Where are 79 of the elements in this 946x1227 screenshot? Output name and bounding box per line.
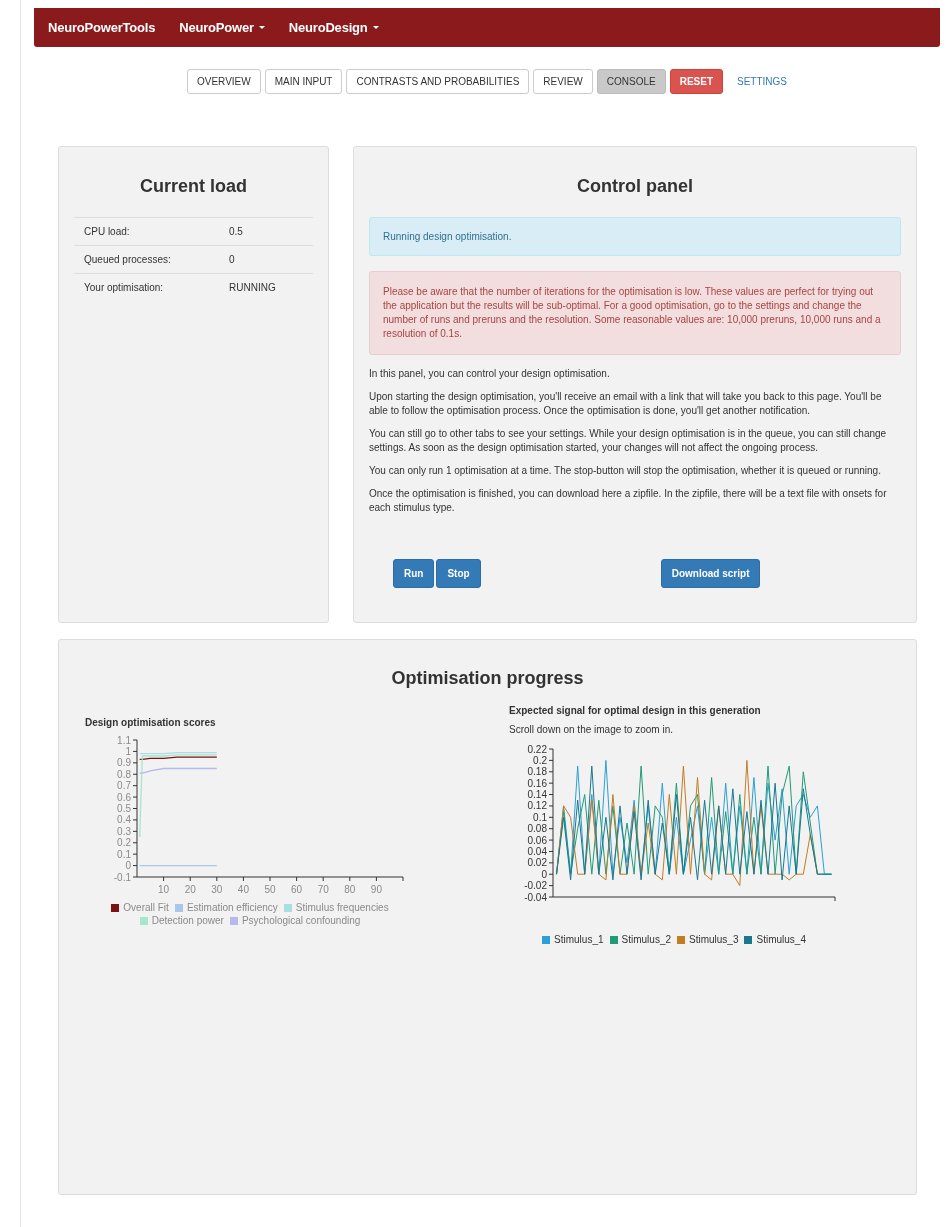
settings-link[interactable]: SETTINGS: [727, 69, 797, 94]
tick-label: 0.3: [117, 825, 131, 837]
legend-label: Stimulus_1: [554, 934, 604, 945]
brand-link[interactable]: NeuroPowerTools: [48, 20, 156, 35]
row-value: RUNNING: [229, 282, 276, 293]
tick-label: 0.18: [527, 766, 547, 778]
paragraph: Once the optimisation is finished, you can download here a zipfile. In the zipfile, there will be a text file with onsets for each stimulus type.: [369, 487, 888, 515]
download-button[interactable]: Download script: [660, 559, 761, 588]
tick-label: 0.1: [533, 811, 547, 823]
tick-label: 0.7: [117, 780, 131, 792]
tick-label: 0.06: [527, 834, 547, 846]
tick-label: 60: [291, 884, 303, 895]
tick-label: 90: [370, 884, 382, 895]
row-value: 0.5: [229, 226, 243, 237]
info-alert: Running design optimisation.: [369, 217, 901, 256]
tab-button[interactable]: CONTRASTS AND PROBABILITIES: [346, 69, 530, 94]
tick-label: 0.4: [117, 814, 131, 826]
tick-label: 0.08: [527, 823, 547, 835]
row-label: Queued processes:: [84, 254, 172, 265]
tick-label: 0.04: [527, 845, 547, 857]
legend-label: Psychological confounding: [241, 915, 361, 926]
tick-label: 0.02: [527, 857, 547, 869]
legend-label: Stimulus_4: [756, 934, 806, 945]
legend-label: Overall Fit: [123, 902, 169, 913]
caret-icon: [258, 26, 265, 29]
tick-label: 0.1: [117, 848, 131, 860]
tick-label: 1.1: [117, 734, 131, 746]
stop-button[interactable]: Stop: [436, 559, 481, 588]
chart-title: Design optimisation scores: [85, 717, 217, 728]
row-label: CPU load:: [84, 226, 131, 237]
tick-label: 70: [317, 884, 329, 895]
tick-label: 0.12: [527, 800, 547, 812]
nav-menu[interactable]: NeuroDesign: [288, 20, 379, 35]
tab-button[interactable]: OVERVIEW: [187, 69, 261, 94]
tick-label: 0.9: [117, 757, 131, 769]
tick-label: 20: [184, 884, 196, 895]
tick-label: 0.8: [117, 768, 131, 780]
row-label: Your optimisation:: [84, 282, 165, 293]
tab-button[interactable]: CONSOLE: [596, 69, 666, 94]
tick-label: 0.6: [117, 791, 131, 803]
tick-label: 80: [344, 884, 356, 895]
tick-label: 0.22: [527, 743, 547, 755]
row-value: 0: [229, 254, 235, 265]
legend-label: Stimulus_3: [689, 934, 739, 945]
paragraph: In this panel, you can control your design optimisation.: [369, 367, 611, 381]
run-button[interactable]: Run: [393, 559, 435, 588]
caret-icon: [372, 26, 379, 29]
tick-label: -0.1: [113, 871, 131, 883]
panel-title: Control panel: [576, 176, 694, 197]
paragraph: You can still go to other tabs to see your settings. While your design optimisation is in the queue, you can still change settings. As soon as the design optimisation started, your changes will not affect the ongoing process.: [369, 427, 888, 455]
tick-label: 0.5: [117, 803, 131, 814]
legend-label: Detection power: [151, 915, 224, 926]
tick-label: 10: [158, 884, 170, 895]
legend-label: Stimulus frequencies: [295, 902, 389, 913]
paragraph: You can only run 1 optimisation at a time. The stop-button will stop the optimisation, whether it is queued or running.: [369, 464, 882, 478]
panel-title: Current load: [139, 176, 248, 197]
legend-label: Stimulus_2: [621, 934, 671, 945]
tick-label: 30: [211, 884, 223, 895]
warning-alert: Please be aware that the number of iterations for the optimisation is low. These values are perfect for trying out the application but the results will be sub-optimal. For a good optimisation, go to the settings and change the number of runs and preruns and the resolution. Some reasonable values are: 10,000 preruns, 10,000 runs and a resolution of 0.1s.: [369, 271, 901, 355]
tick-label: 0.16: [527, 777, 547, 789]
tick-label: 0.14: [527, 789, 547, 801]
nav-menu[interactable]: NeuroPower: [179, 20, 265, 35]
reset-button[interactable]: RESET: [669, 69, 723, 94]
tick-label: 0.2: [533, 754, 547, 766]
tab-button[interactable]: MAIN INPUT: [264, 69, 343, 94]
tab-button[interactable]: REVIEW: [533, 69, 593, 94]
tick-label: 40: [237, 884, 249, 895]
tick-label: 50: [264, 884, 276, 895]
legend-label: Estimation efficiency: [186, 902, 278, 913]
tick-label: -0.02: [524, 880, 547, 892]
tick-label: 1: [125, 745, 131, 757]
tick-label: -0.04: [524, 891, 547, 903]
hint-text: Scroll down on the image to zoom in.: [509, 724, 674, 735]
tick-label: 0.2: [117, 837, 131, 849]
tick-label: 0: [125, 860, 131, 872]
paragraph: Upon starting the design optimisation, you'll receive an email with a link that will take you back to this page. You'll be able to follow the optimisation process. Once the optimisation is done, you'll get another notification.: [369, 390, 883, 418]
tick-label: 0: [541, 868, 547, 880]
chart-title: Expected signal for optimal design in this generation: [509, 705, 762, 716]
panel-title: Optimisation progress: [390, 668, 585, 689]
